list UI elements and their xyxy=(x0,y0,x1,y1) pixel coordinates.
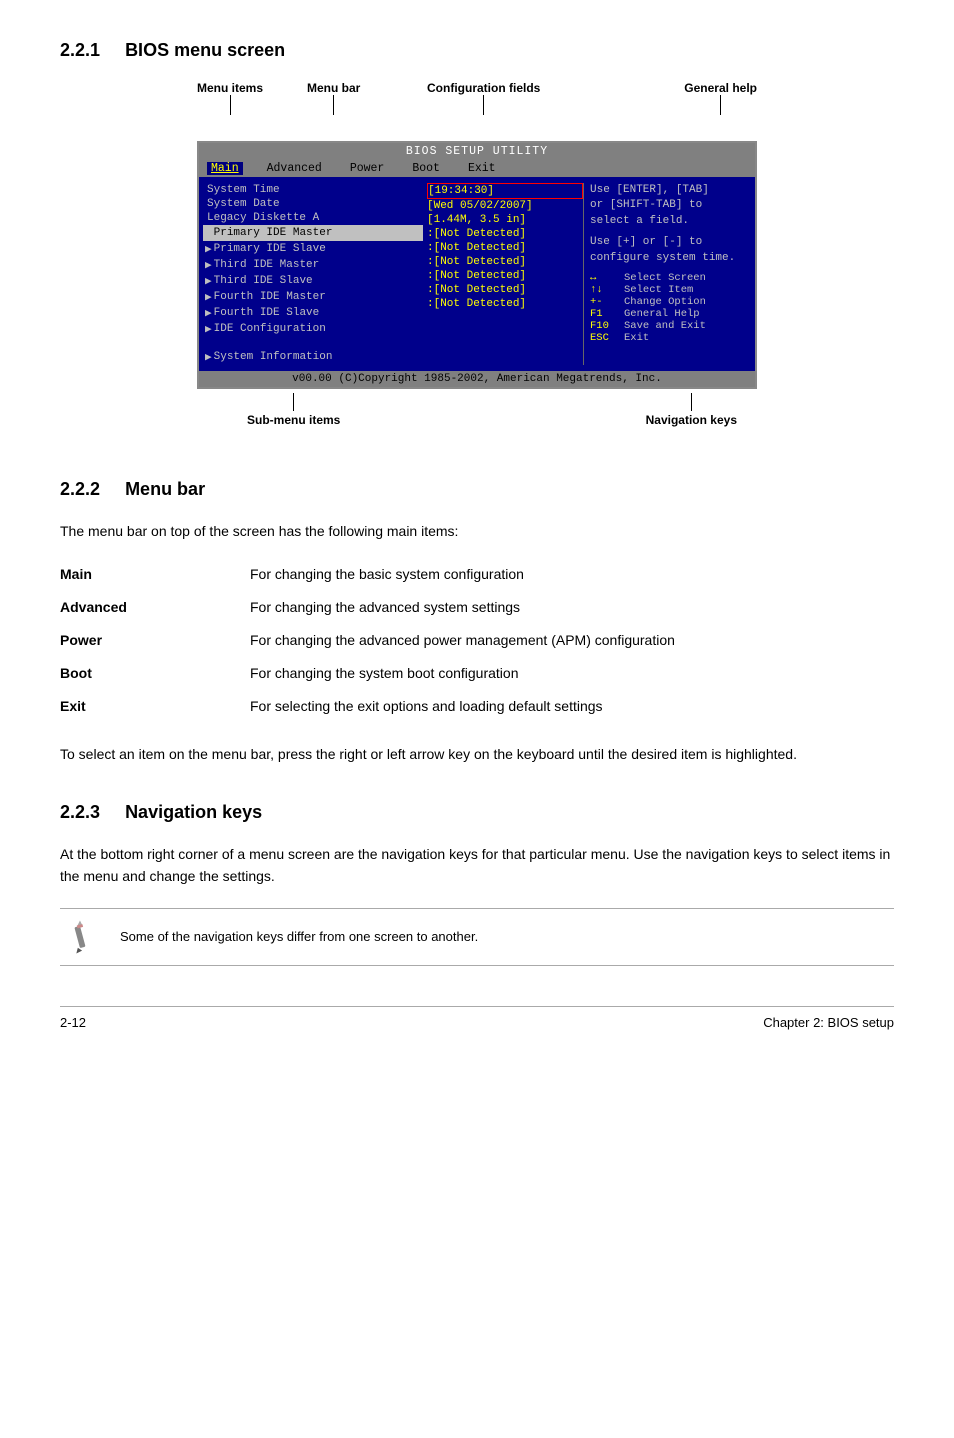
bios-right-panel: Use [ENTER], [TAB]or [SHIFT-TAB] toselec… xyxy=(583,183,751,365)
bios-item-fourth-master: ▶ Fourth IDE Master xyxy=(203,289,423,305)
bios-val-ide3: :[Not Detected] xyxy=(427,255,583,269)
bios-screen: BIOS SETUP UTILITY Main Advanced Power B… xyxy=(197,141,757,389)
arrow-icon: ▶ xyxy=(205,242,212,256)
menu-item-exit-name: Exit xyxy=(60,690,240,723)
bios-val-ide4: :[Not Detected] xyxy=(427,269,583,283)
bios-val-date: [Wed 05/02/2007] xyxy=(427,199,583,213)
page-number: 2-12 xyxy=(60,1015,86,1030)
section-222-note: To select an item on the menu bar, press… xyxy=(60,743,894,765)
bios-nav-keys: ↔Select Screen ↑↓Select Item +-Change Op… xyxy=(590,272,751,344)
note-text: Some of the navigation keys differ from … xyxy=(110,927,478,947)
arrow-icon: ▶ xyxy=(205,350,212,364)
menu-bar-label: Menu bar xyxy=(307,81,360,95)
chapter-name: Chapter 2: BIOS setup xyxy=(763,1015,894,1030)
config-fields-label: Configuration fields xyxy=(427,81,540,95)
table-row: Power For changing the advanced power ma… xyxy=(60,624,894,657)
bios-val-ide2: :[Not Detected] xyxy=(427,241,583,255)
note-box: Some of the navigation keys differ from … xyxy=(60,908,894,966)
note-icon xyxy=(60,919,110,955)
bios-help-text2: Use [+] or [-] toconfigure system time. xyxy=(590,235,751,266)
section-221-heading: 2.2.1 BIOS menu screen xyxy=(60,40,894,61)
navigation-keys-label: Navigation keys xyxy=(646,413,737,427)
arrow-icon: ▶ xyxy=(205,258,212,272)
bios-menu-main[interactable]: Main xyxy=(207,162,243,175)
general-help-label: General help xyxy=(684,81,757,95)
bios-item-legacy-diskette: Legacy Diskette A xyxy=(203,211,423,225)
table-row: Main For changing the basic system confi… xyxy=(60,558,894,591)
bios-item-system-date: System Date xyxy=(203,197,423,211)
menu-item-main-name: Main xyxy=(60,558,240,591)
arrow-icon: ▶ xyxy=(205,306,212,320)
bios-menu-power[interactable]: Power xyxy=(346,162,389,175)
menu-item-boot-name: Boot xyxy=(60,657,240,690)
nav-key-f1: F1 xyxy=(590,308,618,320)
bios-menu-advanced[interactable]: Advanced xyxy=(263,162,326,175)
nav-key-lr: ↔ xyxy=(590,272,618,284)
bios-footer: v00.00 (C)Copyright 1985-2002, American … xyxy=(199,371,755,387)
bios-menu-bar: Main Advanced Power Boot Exit xyxy=(199,160,755,177)
nav-key-f10: F10 xyxy=(590,320,618,332)
bios-help-text1: Use [ENTER], [TAB]or [SHIFT-TAB] toselec… xyxy=(590,183,751,229)
section-222-heading: 2.2.2 Menu bar xyxy=(60,479,894,500)
section-222: 2.2.2 Menu bar The menu bar on top of th… xyxy=(60,479,894,766)
bios-item-system-info: ▶ System Information xyxy=(203,349,423,365)
bios-item-third-master: ▶ Third IDE Master xyxy=(203,257,423,273)
arrow-icon: ▶ xyxy=(205,274,212,288)
bios-item-primary-master: ▶ Primary IDE Master xyxy=(203,225,423,241)
menu-item-power-desc: For changing the advanced power manageme… xyxy=(240,624,894,657)
section-223: 2.2.3 Navigation keys At the bottom righ… xyxy=(60,802,894,966)
table-row: Boot For changing the system boot config… xyxy=(60,657,894,690)
menu-item-advanced-desc: For changing the advanced system setting… xyxy=(240,591,894,624)
menu-item-main-desc: For changing the basic system configurat… xyxy=(240,558,894,591)
menu-item-power-name: Power xyxy=(60,624,240,657)
menu-item-exit-desc: For selecting the exit options and loadi… xyxy=(240,690,894,723)
arrow-icon: ▶ xyxy=(205,226,212,240)
bios-item-fourth-slave: ▶ Fourth IDE Slave xyxy=(203,305,423,321)
table-row: Exit For selecting the exit options and … xyxy=(60,690,894,723)
nav-key-esc: ESC xyxy=(590,332,618,344)
section-221: 2.2.1 BIOS menu screen Menu items Menu b… xyxy=(60,40,894,443)
section-223-heading: 2.2.3 Navigation keys xyxy=(60,802,894,823)
bios-body: System Time System Date Legacy Diskette … xyxy=(199,177,755,371)
bios-center-panel: [19:34:30] [Wed 05/02/2007] [1.44M, 3.5 … xyxy=(423,183,583,365)
bios-item-third-slave: ▶ Third IDE Slave xyxy=(203,273,423,289)
bios-val-diskette: [1.44M, 3.5 in] xyxy=(427,213,583,227)
page-footer: 2-12 Chapter 2: BIOS setup xyxy=(60,1006,894,1030)
bios-left-panel: System Time System Date Legacy Diskette … xyxy=(203,183,423,365)
bios-menu-boot[interactable]: Boot xyxy=(408,162,444,175)
bios-item-ide-config: ▶ IDE Configuration xyxy=(203,321,423,337)
bios-val-ide6: :[Not Detected] xyxy=(427,297,583,311)
bios-item-primary-slave: ▶ Primary IDE Slave xyxy=(203,241,423,257)
menu-item-boot-desc: For changing the system boot configurati… xyxy=(240,657,894,690)
nav-key-ud: ↑↓ xyxy=(590,284,618,296)
nav-key-pm: +- xyxy=(590,296,618,308)
bios-val-ide1: :[Not Detected] xyxy=(427,227,583,241)
pencil-icon xyxy=(67,919,103,955)
menu-bar-table: Main For changing the basic system confi… xyxy=(60,558,894,723)
menu-items-label: Menu items xyxy=(197,81,263,95)
bios-val-ide5: :[Not Detected] xyxy=(427,283,583,297)
table-row: Advanced For changing the advanced syste… xyxy=(60,591,894,624)
arrow-icon: ▶ xyxy=(205,322,212,336)
arrow-icon: ▶ xyxy=(205,290,212,304)
section-222-intro: The menu bar on top of the screen has th… xyxy=(60,520,894,542)
bios-title-bar: BIOS SETUP UTILITY xyxy=(199,143,755,160)
bios-item-system-time: System Time xyxy=(203,183,423,197)
section-223-intro: At the bottom right corner of a menu scr… xyxy=(60,843,894,888)
menu-item-advanced-name: Advanced xyxy=(60,591,240,624)
bios-val-time: [19:34:30] xyxy=(427,183,583,199)
sub-menu-items-label: Sub-menu items xyxy=(247,413,340,427)
bios-menu-exit[interactable]: Exit xyxy=(464,162,500,175)
